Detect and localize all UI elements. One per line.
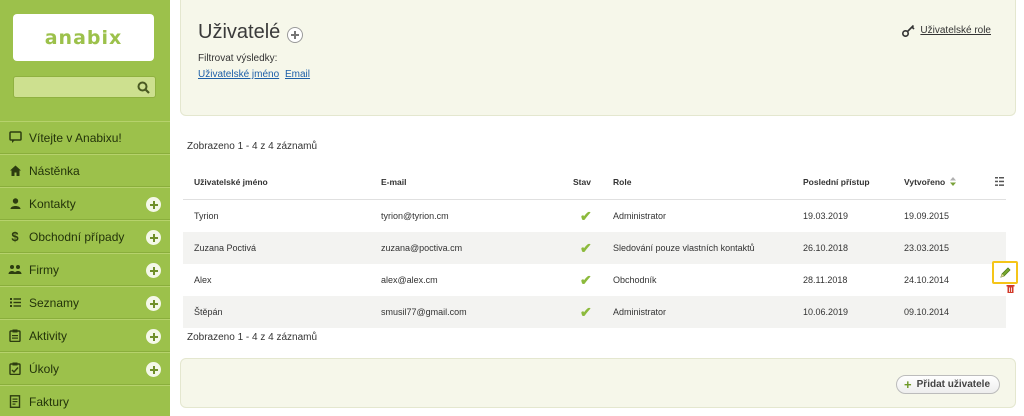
- columns-icon: [995, 177, 1004, 186]
- status-check-icon: ✔: [580, 239, 592, 256]
- records-count-bottom: Zobrazeno 1 - 4 z 4 záznamů: [187, 332, 318, 343]
- table-row[interactable]: Alex alex@alex.cm ✔ Obchodník 28.11.2018…: [183, 264, 1006, 296]
- chat-icon: [8, 131, 22, 145]
- page-header: Uživatelé Filtrovat výsledky: Uživatelsk…: [180, 0, 1016, 116]
- page-footer: + Přidat uživatele: [180, 358, 1016, 408]
- sidebar-item-invoices[interactable]: Faktury: [0, 385, 170, 416]
- sidebar-item-label: Úkoly: [29, 361, 60, 376]
- sidebar-item-contacts[interactable]: Kontakty: [0, 187, 170, 220]
- filter-email-link[interactable]: Email: [285, 69, 310, 80]
- sidebar-item-label: Seznamy: [29, 295, 80, 310]
- table-header: Uživatelské jméno E-mail Stav Role Posle…: [183, 164, 1006, 200]
- clipboard-icon: [8, 329, 22, 343]
- checklist-icon: [8, 362, 22, 376]
- search-button[interactable]: [131, 77, 155, 97]
- user-roles-label: Uživatelské role: [920, 25, 991, 36]
- home-icon: [8, 164, 22, 178]
- search-icon: [137, 81, 150, 94]
- column-header-status[interactable]: Stav: [573, 164, 591, 199]
- sidebar-item-label: Faktury: [29, 394, 70, 409]
- sidebar: anabix Vítejte v Anabixu! Nástěnka Konta…: [0, 0, 170, 416]
- key-icon: [902, 24, 915, 37]
- status-check-icon: ✔: [580, 303, 592, 320]
- group-icon: [8, 263, 22, 277]
- cell-last-access: 10.06.2019: [803, 307, 849, 317]
- cell-created: 24.10.2014: [904, 275, 950, 285]
- page-title: Uživatelé: [198, 21, 281, 43]
- cell-email: zuzana@poctiva.cm: [381, 243, 463, 253]
- sidebar-item-lists[interactable]: Seznamy: [0, 286, 170, 319]
- sidebar-item-companies[interactable]: Firmy: [0, 253, 170, 286]
- filter-username-link[interactable]: Uživatelské jméno: [198, 69, 279, 80]
- sidebar-item-activities[interactable]: Aktivity: [0, 319, 170, 352]
- cell-role: Administrator: [613, 307, 667, 317]
- cell-role: Obchodník: [613, 275, 657, 285]
- person-icon: [8, 197, 22, 211]
- user-roles-link[interactable]: Uživatelské role: [902, 24, 991, 37]
- add-activity-button[interactable]: [146, 329, 161, 344]
- cell-email: tyrion@tyrion.cm: [381, 211, 449, 221]
- dollar-icon: $: [11, 229, 19, 244]
- filter-label: Filtrovat výsledky:: [198, 53, 278, 64]
- sort-icon: [950, 177, 957, 186]
- sidebar-item-label: Kontakty: [29, 196, 76, 211]
- cell-last-access: 26.10.2018: [803, 243, 849, 253]
- add-user-button[interactable]: + Přidat uživatele: [896, 375, 1000, 394]
- sidebar-item-label: Vítejte v Anabixu!: [29, 130, 122, 145]
- cell-username: Zuzana Poctivá: [194, 243, 257, 253]
- sidebar-item-dashboard[interactable]: Nástěnka: [0, 154, 170, 187]
- column-header-last-access[interactable]: Poslední přístup: [803, 164, 870, 199]
- add-user-icon-button[interactable]: [287, 27, 303, 43]
- add-list-button[interactable]: [146, 296, 161, 311]
- status-check-icon: ✔: [580, 207, 592, 224]
- cell-email: smusil77@gmail.com: [381, 307, 467, 317]
- edit-user-button[interactable]: [992, 261, 1018, 284]
- cell-created: 23.03.2015: [904, 243, 950, 253]
- column-header-email[interactable]: E-mail: [381, 164, 407, 199]
- add-company-button[interactable]: [146, 263, 161, 278]
- plus-icon: +: [904, 377, 912, 392]
- cell-last-access: 19.03.2019: [803, 211, 849, 221]
- cell-created: 19.09.2015: [904, 211, 950, 221]
- pencil-icon: [999, 267, 1011, 278]
- add-user-label: Přidat uživatele: [916, 379, 990, 390]
- column-header-created-label: Vytvořeno: [904, 176, 946, 187]
- column-header-username[interactable]: Uživatelské jméno: [194, 164, 268, 199]
- sidebar-item-label: Obchodní případy: [29, 229, 125, 244]
- status-check-icon: ✔: [580, 271, 592, 288]
- logo[interactable]: anabix: [13, 14, 154, 61]
- add-deal-button[interactable]: [146, 230, 161, 245]
- sidebar-item-label: Aktivity: [29, 328, 68, 343]
- table-row[interactable]: Štěpán smusil77@gmail.com ✔ Administrato…: [183, 296, 1006, 328]
- delete-user-button[interactable]: [1006, 284, 1015, 293]
- sidebar-nav: Vítejte v Anabixu! Nástěnka Kontakty $ O…: [0, 121, 170, 416]
- sidebar-item-label: Nástěnka: [29, 163, 80, 178]
- list-icon: [8, 296, 22, 310]
- cell-role: Administrator: [613, 211, 667, 221]
- records-count-top: Zobrazeno 1 - 4 z 4 záznamů: [187, 141, 318, 152]
- cell-username: Tyrion: [194, 211, 219, 221]
- cell-email: alex@alex.cm: [381, 275, 438, 285]
- add-task-button[interactable]: [146, 362, 161, 377]
- cell-username: Štěpán: [194, 307, 223, 317]
- cell-last-access: 28.11.2018: [803, 275, 848, 285]
- sidebar-item-deals[interactable]: $ Obchodní případy: [0, 220, 170, 253]
- cell-created: 09.10.2014: [904, 307, 950, 317]
- cell-username: Alex: [194, 275, 212, 285]
- column-settings-button[interactable]: [995, 164, 1004, 199]
- logo-text: anabix: [44, 26, 123, 49]
- trash-icon: [1006, 285, 1015, 293]
- search-input[interactable]: [13, 76, 156, 98]
- sidebar-item-tasks[interactable]: Úkoly: [0, 352, 170, 385]
- column-header-created[interactable]: Vytvořeno: [904, 164, 957, 199]
- table-row[interactable]: Zuzana Poctivá zuzana@poctiva.cm ✔ Sledo…: [183, 232, 1006, 264]
- sidebar-item-label: Firmy: [29, 262, 59, 277]
- cell-role: Sledování pouze vlastních kontaktů: [613, 243, 755, 253]
- sidebar-item-welcome[interactable]: Vítejte v Anabixu!: [0, 121, 170, 154]
- column-header-role[interactable]: Role: [613, 164, 631, 199]
- table-row[interactable]: Tyrion tyrion@tyrion.cm ✔ Administrator …: [183, 200, 1006, 232]
- invoice-icon: [8, 395, 22, 409]
- add-contact-button[interactable]: [146, 197, 161, 212]
